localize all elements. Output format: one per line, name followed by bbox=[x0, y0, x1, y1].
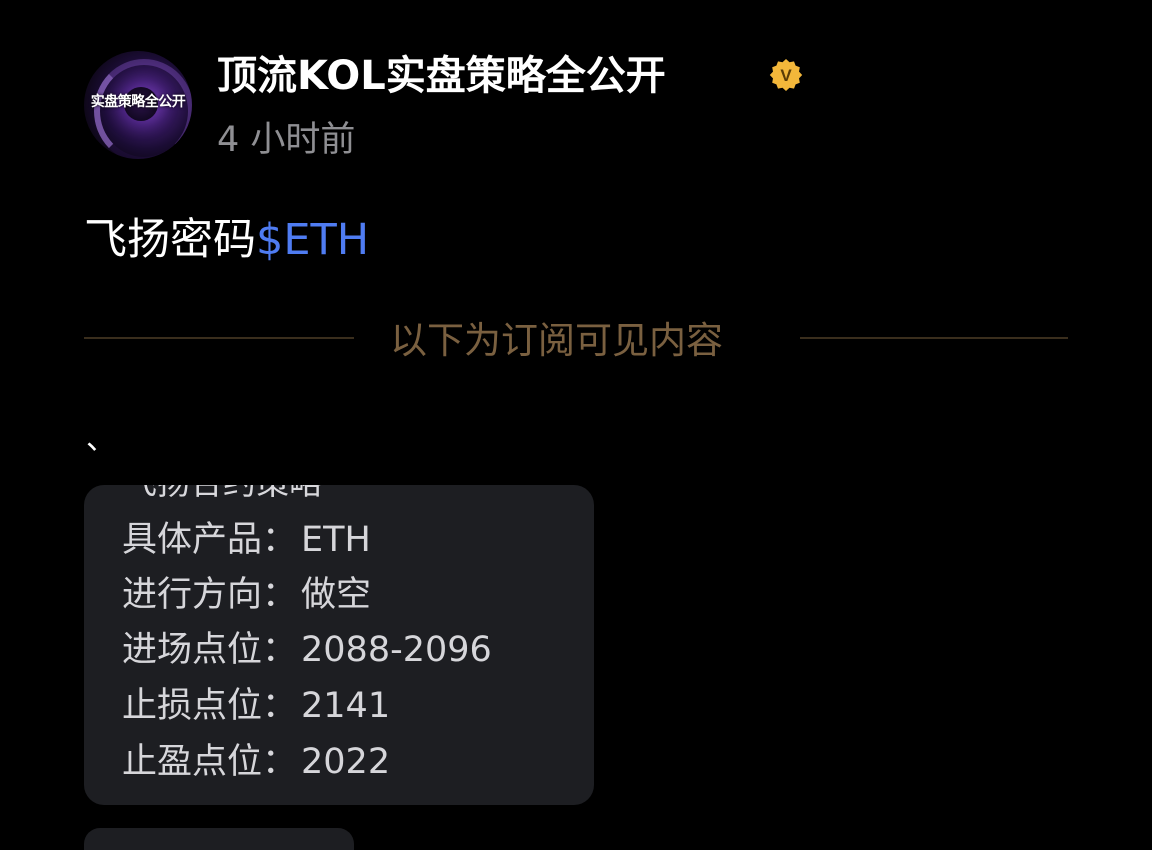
strategy-row-product: 具体产品： ETH bbox=[122, 518, 371, 562]
post-content: 飞扬密码$ETH bbox=[84, 212, 369, 268]
avatar-label: 实盘策略全公开 bbox=[90, 94, 186, 110]
row-value: 2088-2096 bbox=[301, 630, 492, 670]
post-timestamp: 4 小时前 bbox=[217, 120, 356, 160]
strategy-row-entry: 进场点位： 2088-2096 bbox=[122, 628, 492, 672]
row-value: 2141 bbox=[301, 686, 391, 726]
row-label: 进行方向： bbox=[122, 575, 298, 615]
row-value: ETH bbox=[301, 520, 371, 560]
badge-letter: V bbox=[780, 66, 792, 85]
row-label: 进场点位： bbox=[122, 630, 298, 670]
row-value: 做空 bbox=[301, 575, 372, 615]
subscriber-divider-label: 以下为订阅可见内容 bbox=[390, 319, 723, 362]
post-page: 实盘策略全公开 顶流KOL实盘策略全公开 V 4 小时前 飞扬密码$ETH 以下… bbox=[0, 0, 1152, 850]
next-card bbox=[84, 828, 354, 850]
strategy-row-stop-loss: 止损点位： 2141 bbox=[122, 684, 390, 728]
punctuation-text: 、 bbox=[86, 422, 116, 457]
divider-right bbox=[800, 337, 1068, 339]
verified-badge-icon: V bbox=[769, 59, 803, 91]
row-value: 2022 bbox=[301, 742, 391, 782]
row-label: 止盈点位： bbox=[122, 742, 298, 782]
row-label: 止损点位： bbox=[122, 686, 298, 726]
author-name[interactable]: 顶流KOL实盘策略全公开 bbox=[217, 50, 666, 102]
post-text: 飞扬密码 bbox=[84, 215, 256, 265]
strategy-card: 飞扬合约策略 具体产品：ETH 进行方向：做空 进场点位：2088-2096 止… bbox=[84, 485, 594, 805]
row-label: 具体产品： bbox=[122, 520, 298, 560]
divider-left bbox=[84, 337, 354, 339]
avatar[interactable]: 实盘策略全公开 bbox=[84, 51, 192, 159]
ticker-tag-link[interactable]: $ETH bbox=[256, 215, 369, 265]
strategy-row-direction: 进行方向： 做空 bbox=[122, 573, 371, 617]
strategy-row-take-profit: 止盈点位： 2022 bbox=[122, 740, 390, 784]
strategy-card-title: 飞扬合约策略 bbox=[124, 485, 322, 505]
